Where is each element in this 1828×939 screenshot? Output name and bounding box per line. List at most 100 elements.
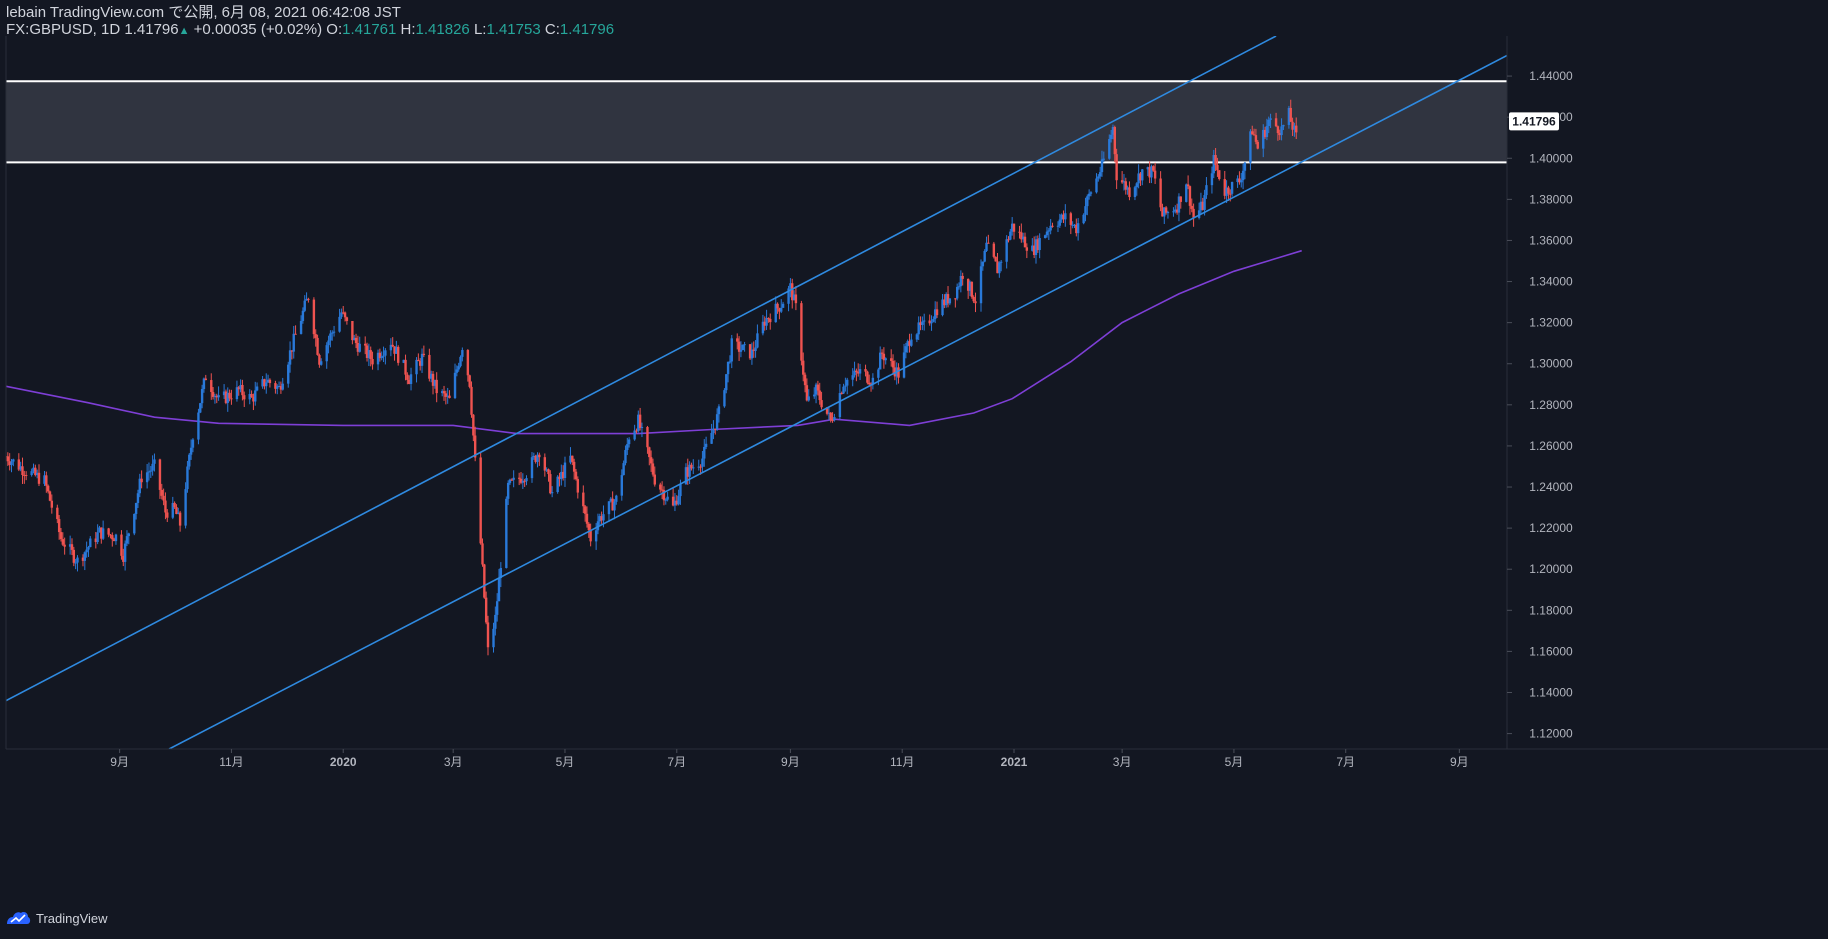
candle-body — [453, 372, 457, 399]
candle-body — [382, 355, 385, 357]
candle-body — [265, 382, 268, 387]
candle-body — [922, 320, 926, 322]
candle-body — [30, 471, 33, 476]
candle-body — [607, 501, 611, 515]
candle-body — [316, 337, 319, 355]
candle-body — [468, 375, 471, 387]
candle-body — [723, 390, 726, 407]
candle — [1095, 173, 1098, 194]
candle — [756, 324, 759, 349]
candle-body — [364, 343, 367, 346]
candle — [1153, 162, 1157, 185]
candle — [459, 355, 462, 368]
candle-body — [1009, 231, 1012, 240]
candle-body — [1243, 162, 1247, 171]
candle-body — [191, 439, 195, 448]
candles-group — [6, 99, 1298, 656]
candle — [741, 344, 744, 351]
candle-body — [481, 543, 484, 565]
candle — [226, 387, 229, 412]
time-tick-label: 9月 — [1450, 755, 1469, 769]
candle — [107, 527, 110, 538]
candle-body — [842, 386, 845, 394]
candle — [1012, 223, 1016, 240]
candle — [435, 372, 438, 403]
candle-body — [730, 338, 733, 362]
candle — [1023, 232, 1027, 248]
time-tick-label: 7月 — [1336, 755, 1355, 769]
candle-body — [479, 457, 482, 544]
candle-body — [134, 502, 138, 514]
candle-body — [204, 378, 207, 381]
candle-body — [281, 383, 284, 390]
candle — [268, 378, 272, 388]
candle — [879, 346, 882, 370]
candle-body — [622, 463, 625, 476]
candle-body — [268, 379, 272, 384]
candle-body — [455, 369, 459, 373]
candle — [697, 459, 700, 471]
candle — [954, 298, 957, 308]
candle — [1218, 170, 1221, 181]
candle — [470, 381, 473, 418]
candle — [123, 540, 127, 571]
candle-body — [1064, 213, 1067, 220]
candle — [505, 496, 508, 569]
candle-body — [506, 482, 510, 499]
candle-body — [880, 352, 884, 354]
candle-body — [868, 382, 871, 385]
candle-body — [1289, 107, 1292, 122]
candle-body — [1128, 187, 1131, 198]
candle — [842, 383, 845, 395]
candle-body — [800, 303, 803, 361]
candle-body — [754, 347, 757, 351]
candle-body — [1164, 207, 1168, 213]
candle-body — [594, 530, 598, 542]
candle-body — [307, 298, 310, 300]
candle-body — [243, 395, 246, 400]
candle-body — [765, 318, 768, 326]
candle-body — [384, 350, 387, 356]
candle-body — [1205, 185, 1208, 196]
candle-body — [653, 474, 656, 485]
candle-body — [512, 477, 515, 480]
candle-body — [902, 352, 906, 378]
candle-body — [210, 380, 213, 392]
candle-body — [151, 463, 154, 471]
candle-body — [466, 350, 470, 376]
candle — [974, 292, 977, 313]
candle — [985, 236, 988, 252]
price-chart[interactable]: 1.440001.420001.400001.380001.360001.340… — [0, 0, 1828, 905]
candle — [1038, 233, 1041, 259]
candle-body — [692, 467, 695, 469]
candle — [884, 357, 887, 365]
candle-body — [417, 359, 420, 362]
candle — [199, 402, 202, 414]
candle-body — [627, 439, 631, 445]
candle-body — [1133, 187, 1137, 198]
candle-body — [1089, 192, 1093, 194]
candle-body — [369, 350, 372, 360]
price-tick-label: 1.44000 — [1529, 69, 1573, 83]
candle-body — [1058, 219, 1062, 226]
candle-body — [961, 275, 964, 279]
candle-body — [85, 549, 88, 553]
candle — [376, 349, 380, 371]
candle-body — [563, 462, 567, 479]
candle-body — [140, 478, 143, 483]
candle — [897, 363, 900, 384]
candle — [525, 475, 528, 486]
candle — [448, 390, 451, 399]
candle-body — [188, 454, 191, 467]
candle — [1082, 213, 1085, 225]
candle-body — [1192, 208, 1195, 218]
candle-body — [1113, 127, 1116, 155]
candle — [204, 374, 207, 381]
candle-body — [10, 461, 13, 465]
price-tick-label: 1.34000 — [1529, 275, 1573, 289]
candle — [800, 300, 803, 366]
candle — [391, 337, 394, 348]
candle-body — [1265, 126, 1269, 137]
candle — [417, 353, 420, 362]
candle-body — [189, 447, 193, 455]
